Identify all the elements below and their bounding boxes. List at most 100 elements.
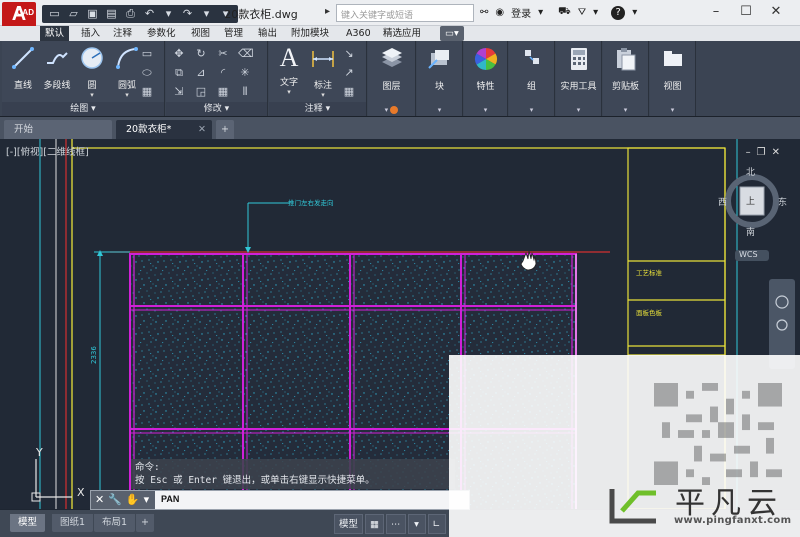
tab-close-icon[interactable]: ✕	[198, 120, 206, 139]
tab-layout-sheet1[interactable]: 图纸1	[52, 514, 94, 532]
rectangle-icon[interactable]: ▭	[140, 47, 154, 61]
groups-dropdown-icon[interactable]: ▾	[509, 106, 554, 114]
save-as-icon[interactable]: ▤	[103, 6, 120, 22]
groups-panel[interactable]: 组 ▾	[509, 41, 555, 116]
layers-panel[interactable]: 图层 ▾	[368, 41, 416, 116]
model-space-button[interactable]: 模型	[334, 514, 364, 534]
new-file-icon[interactable]: ▭	[46, 6, 63, 22]
grid-icon[interactable]: ▦	[365, 514, 384, 534]
clipboard-dropdown-icon[interactable]: ▾	[603, 106, 648, 114]
command-customize-icon[interactable]: 🔧	[108, 493, 122, 507]
properties-dropdown-icon[interactable]: ▾	[464, 106, 507, 114]
explode-icon[interactable]: ✳	[238, 66, 252, 80]
ribbon-minimize-icon[interactable]: ▭▾	[440, 26, 464, 41]
viewcube-top-face[interactable]: 上	[746, 194, 755, 207]
multileader-icon[interactable]: ↗	[342, 66, 356, 80]
binoculars-icon[interactable]: ⚯	[480, 7, 488, 18]
layers-dropdown-icon[interactable]: ▾	[368, 106, 415, 114]
snap-dropdown-icon[interactable]: ▾	[407, 514, 426, 534]
tab-model[interactable]: 模型	[10, 514, 46, 532]
hatch-icon[interactable]: ▦	[140, 85, 154, 99]
login-dropdown-icon[interactable]: ▾	[538, 7, 543, 18]
cart-icon[interactable]: ⛟	[558, 6, 571, 19]
utilities-dropdown-icon[interactable]: ▾	[556, 106, 601, 114]
ortho-icon[interactable]: ∟	[427, 514, 446, 534]
copy-icon[interactable]: ⧉	[172, 66, 186, 80]
viewcube-south[interactable]: 南	[746, 225, 755, 238]
modify-group-title[interactable]: 修改 ▾	[166, 102, 267, 116]
move-icon[interactable]: ✥	[172, 47, 186, 61]
viewport-close-icon[interactable]: ✕	[772, 147, 780, 158]
wcs-label[interactable]: WCS	[739, 250, 758, 259]
tab-view[interactable]: 视图	[186, 26, 215, 41]
leader-icon[interactable]: ↘	[342, 47, 356, 61]
line-tool[interactable]: 直线	[5, 45, 41, 91]
fillet-icon[interactable]: ◜	[216, 66, 230, 80]
tab-parametric[interactable]: 参数化	[142, 26, 181, 41]
viewport-controls-label[interactable]: [-][俯视][二维线框]	[6, 144, 89, 158]
mirror-icon[interactable]: ⊿	[194, 66, 208, 80]
new-tab-button[interactable]: +	[216, 120, 234, 139]
tab-featured-apps[interactable]: 精选应用	[378, 26, 426, 41]
search-expand-icon[interactable]: ▸	[325, 6, 330, 17]
erase-icon[interactable]: ⌫	[238, 47, 254, 61]
trim-icon[interactable]: ✂	[216, 47, 230, 61]
add-layout-button[interactable]: +	[136, 514, 154, 532]
tab-a360[interactable]: A360	[341, 26, 376, 41]
minimize-icon[interactable]: –	[703, 2, 729, 22]
command-close-icon[interactable]: ✕	[95, 493, 104, 507]
text-dropdown-icon[interactable]: ▾	[271, 88, 307, 96]
tab-output[interactable]: 输出	[253, 26, 282, 41]
exchange-dropdown-icon[interactable]: ▾	[593, 7, 598, 18]
user-icon[interactable]: ◉	[495, 7, 504, 18]
tab-insert[interactable]: 插入	[76, 26, 105, 41]
viewcube-east[interactable]: 东	[778, 195, 787, 208]
rotate-icon[interactable]: ↻	[194, 47, 208, 61]
search-input[interactable]: 键入关键字或短语	[336, 4, 474, 22]
maximize-icon[interactable]: ☐	[733, 2, 759, 22]
draw-group-title[interactable]: 绘图 ▾	[2, 102, 164, 116]
viewcube-north[interactable]: 北	[746, 165, 755, 178]
dimension-dropdown-icon[interactable]: ▾	[305, 91, 341, 99]
block-panel[interactable]: 块 ▾	[417, 41, 463, 116]
properties-panel[interactable]: 特性 ▾	[464, 41, 508, 116]
snap-icon[interactable]: ⋯	[386, 514, 406, 534]
close-icon[interactable]: ✕	[763, 2, 789, 22]
save-icon[interactable]: ▣	[84, 6, 101, 22]
text-tool[interactable]: A 文字 ▾	[271, 45, 307, 97]
clipboard-panel[interactable]: 剪贴板 ▾	[603, 41, 649, 116]
tab-document[interactable]: 20款衣柜* ✕	[116, 120, 212, 139]
polyline-tool[interactable]: 多段线	[39, 45, 75, 91]
open-folder-icon[interactable]: ▱	[65, 6, 82, 22]
offset-icon[interactable]: ⫴	[238, 85, 252, 99]
annotation-group-title[interactable]: 注释 ▾	[269, 102, 366, 116]
redo-icon[interactable]: ↷	[179, 6, 196, 22]
login-label[interactable]: 登录	[511, 5, 531, 20]
tab-default[interactable]: 默认	[40, 26, 70, 41]
circle-dropdown-icon[interactable]: ▾	[74, 91, 110, 99]
undo-dropdown-icon[interactable]: ▾	[160, 6, 177, 22]
help-dropdown-icon[interactable]: ▾	[632, 7, 637, 18]
exchange-icon[interactable]: ⛛	[578, 7, 586, 18]
table-icon[interactable]: ▦	[342, 85, 356, 99]
tab-start[interactable]: 开始	[4, 120, 112, 139]
block-dropdown-icon[interactable]: ▾	[417, 106, 462, 114]
undo-icon[interactable]: ↶	[141, 6, 158, 22]
utilities-panel[interactable]: 实用工具 ▾	[556, 41, 602, 116]
scale-icon[interactable]: ◲	[194, 85, 208, 99]
recent-commands-icon[interactable]: ▾	[144, 493, 150, 507]
tab-annotate[interactable]: 注释	[108, 26, 137, 41]
viewport-restore-icon[interactable]: ❐	[757, 147, 766, 158]
tab-addins[interactable]: 附加模块	[286, 26, 334, 41]
help-icon[interactable]: ?	[611, 5, 626, 20]
ellipse-icon[interactable]: ⬭	[140, 66, 154, 80]
plot-icon[interactable]: ⎙	[122, 6, 139, 22]
viewport-minimize-icon[interactable]: –	[746, 147, 751, 158]
command-line[interactable]: ✕ 🔧 ✋ ▾ PAN	[90, 490, 470, 510]
dimension-tool[interactable]: 标注 ▾	[305, 45, 341, 99]
stretch-icon[interactable]: ⇲	[172, 85, 186, 99]
tab-manage[interactable]: 管理	[219, 26, 248, 41]
circle-tool[interactable]: 圆 ▾	[74, 45, 110, 99]
array-icon[interactable]: ▦	[216, 85, 230, 99]
application-menu-button[interactable]: A CAD	[2, 2, 36, 26]
